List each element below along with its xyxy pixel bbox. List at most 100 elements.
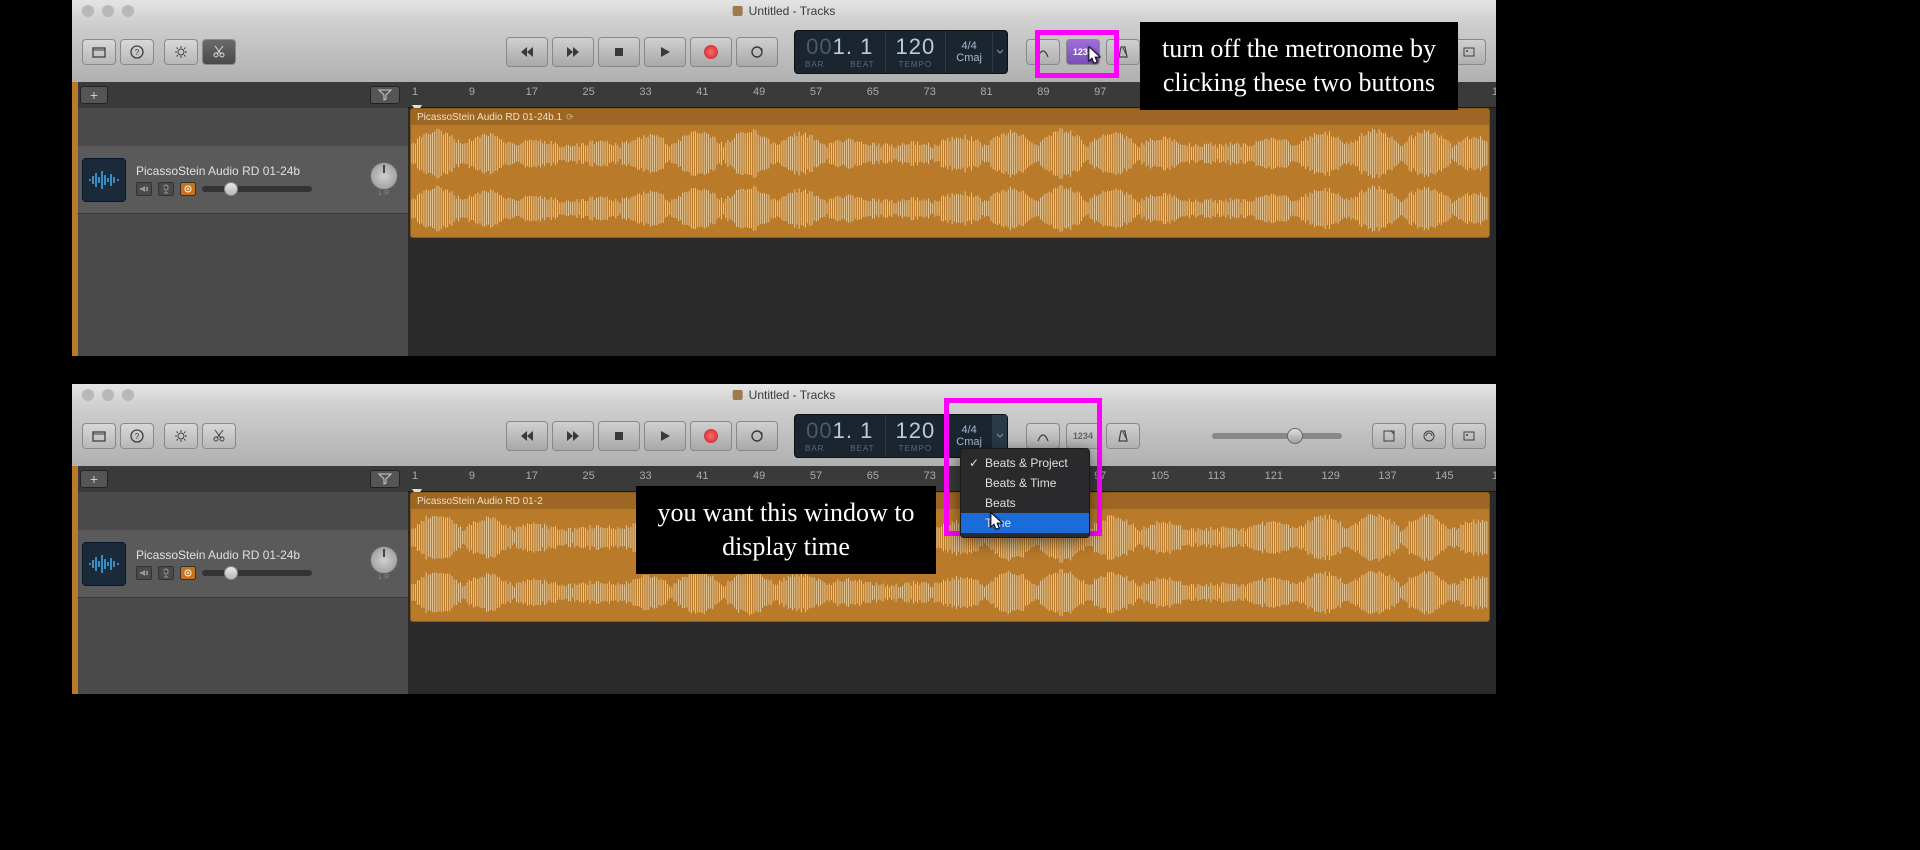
solo-button[interactable] — [158, 182, 174, 196]
lcd-timesig[interactable]: 4/4 — [961, 40, 976, 52]
ruler-mark: 97 — [1094, 86, 1106, 98]
lcd-dropdown-button[interactable] — [993, 31, 1007, 73]
solo-button[interactable] — [158, 566, 174, 580]
media-browser-button[interactable] — [1452, 423, 1486, 449]
settings-icon[interactable] — [164, 39, 198, 65]
zoom-dot[interactable] — [122, 389, 134, 401]
input-monitor-button[interactable] — [180, 182, 196, 196]
scissors-icon[interactable] — [202, 423, 236, 449]
track-name[interactable]: PicassoStein Audio RD 01-24b — [136, 548, 360, 562]
minimize-dot[interactable] — [102, 5, 114, 17]
forward-button[interactable] — [552, 37, 594, 67]
tuner-button[interactable] — [1026, 423, 1060, 449]
mute-button[interactable] — [136, 182, 152, 196]
input-monitor-button[interactable] — [180, 566, 196, 580]
transport-controls — [506, 37, 778, 67]
dropdown-item-time[interactable]: Time — [961, 513, 1089, 533]
pan-knob[interactable] — [370, 546, 398, 574]
rewind-button[interactable] — [506, 421, 548, 451]
close-dot[interactable] — [82, 389, 94, 401]
track-header[interactable]: PicassoStein Audio RD 01-24b L R — [72, 146, 408, 214]
add-track-button[interactable]: + — [80, 86, 108, 104]
ruler-mark: 129 — [1321, 470, 1339, 482]
track-filter-button[interactable] — [370, 470, 400, 488]
mute-button[interactable] — [136, 566, 152, 580]
cycle-button[interactable] — [736, 421, 778, 451]
annotation-time: you want this window to display time — [636, 486, 936, 574]
volume-slider[interactable] — [202, 186, 312, 192]
loop-browser-button[interactable] — [1412, 423, 1446, 449]
add-track-button[interactable]: + — [80, 470, 108, 488]
stop-button[interactable] — [598, 37, 640, 67]
record-button[interactable] — [690, 421, 732, 451]
ruler-mark: 25 — [583, 86, 595, 98]
ruler-mark: 41 — [696, 86, 708, 98]
rewind-button[interactable] — [506, 37, 548, 67]
forward-button[interactable] — [552, 421, 594, 451]
notepad-button[interactable] — [1372, 423, 1406, 449]
dropdown-item-beats-time[interactable]: Beats & Time — [961, 473, 1089, 493]
dropdown-item-beats[interactable]: Beats — [961, 493, 1089, 513]
library-button[interactable] — [82, 39, 116, 65]
audio-region[interactable]: PicassoStein Audio RD 01-2 — [410, 492, 1490, 622]
ruler-mark: 9 — [469, 470, 475, 482]
lcd-tempo[interactable]: 120 — [896, 36, 936, 58]
track-header[interactable]: PicassoStein Audio RD 01-24b L R — [72, 530, 408, 598]
window-controls[interactable] — [82, 389, 134, 401]
play-button[interactable] — [644, 37, 686, 67]
track-name[interactable]: PicassoStein Audio RD 01-24b — [136, 164, 360, 178]
library-button[interactable] — [82, 423, 116, 449]
countin-button[interactable]: 1234 — [1066, 423, 1100, 449]
toolbar: ? 001. 1 BAR BEAT 12 — [72, 406, 1496, 466]
help-button[interactable]: ? — [120, 39, 154, 65]
ruler-mark: 17 — [526, 86, 538, 98]
playhead[interactable] — [412, 100, 422, 108]
dropdown-item-beats-project[interactable]: Beats & Project — [961, 453, 1089, 473]
ruler[interactable]: 1917253341495765738189971051131211291371… — [408, 466, 1496, 492]
help-button[interactable]: ? — [120, 423, 154, 449]
tuner-button[interactable] — [1026, 39, 1060, 65]
ruler-mark: 121 — [1265, 470, 1283, 482]
pan-knob[interactable] — [370, 162, 398, 190]
project-icon — [733, 6, 743, 16]
lcd-timesig[interactable]: 4/4 — [961, 424, 976, 436]
play-button[interactable] — [644, 421, 686, 451]
window-title: Untitled - Tracks — [733, 388, 836, 402]
window-controls[interactable] — [82, 5, 134, 17]
lcd-tempo[interactable]: 120 — [896, 420, 936, 442]
lcd-key[interactable]: Cmaj — [956, 436, 982, 448]
ruler-mark: 97 — [1094, 470, 1106, 482]
ruler-mark: 57 — [810, 86, 822, 98]
lcd-position[interactable]: 1. 1 — [833, 418, 874, 443]
lcd-display[interactable]: 001. 1 BAR BEAT 120 TEMPO 4/4 Cmaj — [794, 30, 1008, 74]
stop-button[interactable] — [598, 421, 640, 451]
ruler-mark: 49 — [753, 86, 765, 98]
cycle-button[interactable] — [736, 37, 778, 67]
ruler-mark: 113 — [1208, 470, 1226, 482]
lcd-tempo-label: TEMPO — [899, 60, 932, 69]
countin-button[interactable]: 1234 — [1066, 39, 1100, 65]
track-filter-button[interactable] — [370, 86, 400, 104]
record-button[interactable] — [690, 37, 732, 67]
lcd-position[interactable]: 1. 1 — [833, 34, 874, 59]
lcd-key[interactable]: Cmaj — [956, 52, 982, 64]
left-edge — [72, 82, 78, 356]
lcd-bar-dim: 00 — [806, 418, 832, 443]
region-name: PicassoStein Audio RD 01-2 — [411, 493, 1489, 509]
lcd-mode-dropdown[interactable]: Beats & ProjectBeats & TimeBeatsTime — [960, 448, 1090, 538]
metronome-button[interactable] — [1106, 39, 1140, 65]
title-bar: Untitled - Tracks — [72, 384, 1496, 406]
scissors-icon[interactable] — [202, 39, 236, 65]
ruler-mark: 41 — [696, 470, 708, 482]
ruler-mark: 9 — [469, 86, 475, 98]
volume-slider[interactable] — [202, 570, 312, 576]
zoom-slider[interactable] — [1212, 433, 1342, 439]
audio-region[interactable]: PicassoStein Audio RD 01-24b.1⟳ — [410, 108, 1490, 238]
close-dot[interactable] — [82, 5, 94, 17]
playhead[interactable] — [412, 484, 422, 492]
settings-icon[interactable] — [164, 423, 198, 449]
zoom-dot[interactable] — [122, 5, 134, 17]
minimize-dot[interactable] — [102, 389, 114, 401]
metronome-button[interactable] — [1106, 423, 1140, 449]
project-icon — [733, 390, 743, 400]
